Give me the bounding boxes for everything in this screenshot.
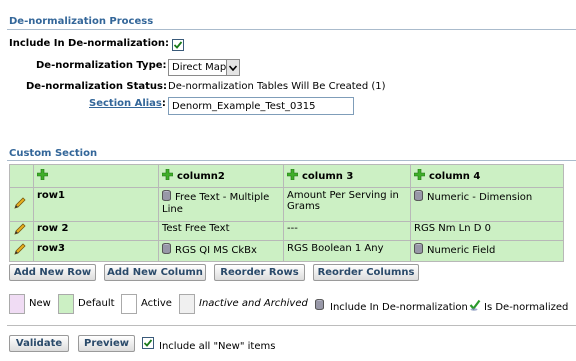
section-alias-link[interactable]: Section Alias <box>89 98 162 109</box>
row-label-cell[interactable]: row1 <box>33 187 159 222</box>
grid-cell[interactable]: --- <box>283 221 411 241</box>
row-label-cell[interactable]: row3 <box>33 240 159 262</box>
checkmark-icon <box>173 41 183 49</box>
green-plus-icon[interactable] <box>413 168 426 183</box>
preview-button[interactable]: Preview <box>78 335 135 352</box>
database-icon <box>162 242 171 257</box>
add-column-cell[interactable] <box>33 164 159 188</box>
denorm-section-title: De-normalization Process <box>9 16 154 27</box>
add-new-column-button[interactable]: Add New Column <box>104 264 206 281</box>
column-header[interactable]: column 4 <box>410 164 564 188</box>
grid-cell[interactable]: Test Free Text <box>158 221 284 241</box>
grid-cell-text: Free Text - Multiple Line <box>162 192 270 215</box>
database-icon <box>162 189 171 204</box>
row-label: row3 <box>37 243 65 254</box>
legend-active-label: Active <box>141 298 172 309</box>
pencil-icon[interactable] <box>13 243 26 259</box>
green-plus-icon[interactable] <box>161 168 174 183</box>
legend-default-swatch <box>58 294 74 314</box>
green-plus-icon[interactable] <box>36 168 49 183</box>
grid-cell[interactable]: RGS QI MS CkBx <box>158 240 284 262</box>
grid-cell-text: RGS Nm Ln D 0 <box>414 223 491 234</box>
grid-header-row: column2 column 3 column 4 <box>9 164 564 188</box>
reorder-columns-button[interactable]: Reorder Columns <box>313 264 419 281</box>
legend-default-label: Default <box>78 298 115 309</box>
include-label: Include In De-normalization: <box>9 38 169 49</box>
column-header[interactable]: column 3 <box>283 164 411 188</box>
legend-denormalized-label: Is De-normalized <box>484 302 569 313</box>
database-icon <box>414 242 423 257</box>
edit-row-cell[interactable] <box>9 240 34 262</box>
type-label: De-normalization Type: <box>36 60 167 71</box>
grid-cell-text: Amount Per Serving in Grams <box>287 190 399 212</box>
custom-section-title: Custom Section <box>9 148 98 159</box>
column-header-label: column2 <box>177 171 225 182</box>
status-label: De-normalization Status: <box>26 81 168 92</box>
reorder-rows-button[interactable]: Reorder Rows <box>214 264 305 281</box>
grid-cell-text: --- <box>287 223 298 234</box>
row-label-cell[interactable]: row 2 <box>33 221 159 241</box>
grid-cell[interactable]: RGS Nm Ln D 0 <box>410 221 564 241</box>
validate-button[interactable]: Validate <box>9 335 69 352</box>
pencil-icon[interactable] <box>13 223 26 239</box>
column-header-label: column 3 <box>302 171 354 182</box>
alias-colon: : <box>161 98 166 109</box>
grid-cell[interactable]: RGS Boolean 1 Any <box>283 240 411 262</box>
green-check-icon <box>469 299 481 314</box>
edit-row-cell[interactable] <box>9 187 34 222</box>
row-label: row 2 <box>37 223 69 234</box>
row-label: row1 <box>37 190 65 201</box>
alias-label-wrap: Section Alias: <box>89 98 166 109</box>
type-select[interactable]: Direct Map <box>168 59 240 76</box>
pencil-icon[interactable] <box>13 196 26 213</box>
table-row: row 2 Test Free Text --- RGS Nm Ln D 0 <box>9 221 564 241</box>
include-new-items-checkbox[interactable] <box>142 337 154 349</box>
checkmark-icon <box>143 339 153 347</box>
grid-corner-cell <box>9 164 34 188</box>
table-row: row3 RGS QI MS CkBx RGS Boolean 1 Any Nu… <box>9 240 564 262</box>
grid-cell-text: Test Free Text <box>162 223 230 234</box>
footer-divider <box>7 325 576 326</box>
status-value: De-normalization Tables Will Be Created … <box>168 81 386 92</box>
add-new-row-button[interactable]: Add New Row <box>9 264 96 281</box>
grid-cell[interactable]: Free Text - Multiple Line <box>158 187 284 222</box>
section-alias-input[interactable] <box>168 97 354 115</box>
custom-section-rule <box>7 160 576 161</box>
column-header[interactable]: column2 <box>158 164 284 188</box>
column-header-label: column 4 <box>429 171 481 182</box>
edit-row-cell[interactable] <box>9 221 34 241</box>
legend-inactive-label: Inactive and Archived <box>199 298 308 309</box>
grid-cell[interactable]: Numeric Field <box>410 240 564 262</box>
grid-cell-text: Numeric - Dimension <box>427 192 533 203</box>
database-icon <box>414 189 423 204</box>
include-checkbox[interactable] <box>172 39 184 51</box>
chevron-down-icon[interactable] <box>226 60 239 75</box>
custom-grid: column2 column 3 column 4 row1 Free Text… <box>9 164 564 262</box>
include-new-items-label: Include all "New" items <box>159 341 276 352</box>
legend-new-label: New <box>29 298 51 309</box>
type-select-value: Direct Map <box>172 62 227 73</box>
legend-include-label: Include In De-normalization <box>330 302 468 313</box>
legend-inactive-swatch <box>179 294 195 314</box>
denorm-section-rule <box>7 29 576 30</box>
legend-new-swatch <box>9 294 25 314</box>
legend-active-swatch <box>121 294 137 314</box>
table-row: row1 Free Text - Multiple Line Amount Pe… <box>9 187 564 222</box>
grid-cell-text: RGS QI MS CkBx <box>175 245 257 256</box>
grid-cell[interactable]: Numeric - Dimension <box>410 187 564 222</box>
database-icon <box>315 298 324 313</box>
green-plus-icon[interactable] <box>286 168 299 183</box>
grid-cell-text: Numeric Field <box>427 245 496 256</box>
grid-cell[interactable]: Amount Per Serving in Grams <box>283 187 411 222</box>
grid-cell-text: RGS Boolean 1 Any <box>287 243 384 254</box>
